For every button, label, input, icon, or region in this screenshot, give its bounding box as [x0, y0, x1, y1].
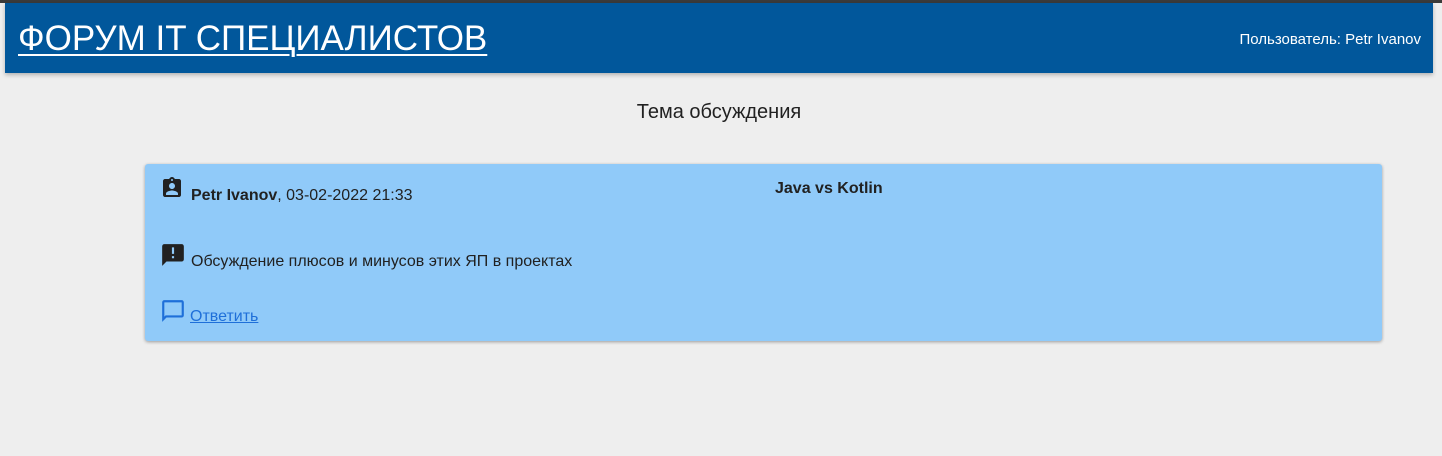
topic-date: , 03-02-2022 21:33 — [277, 187, 413, 204]
announcement-icon — [160, 242, 186, 268]
topic-meta: Petr Ivanov, 03-02-2022 21:33 — [191, 186, 412, 206]
chat-bubble-outline-icon — [160, 298, 186, 324]
reply-label: Ответить — [190, 308, 259, 325]
topic-card: Petr Ivanov, 03-02-2022 21:33 Java vs Ko… — [145, 164, 1382, 341]
topic-title: Java vs Kotlin — [775, 180, 883, 197]
page-title: Тема обсуждения — [636, 101, 802, 123]
topic-author: Petr Ivanov — [191, 187, 278, 204]
topic-description: Обсуждение плюсов и минусов этих ЯП в пр… — [191, 253, 573, 270]
app-header: ФОРУМ IT СПЕЦИАЛИСТОВ Пользователь: Petr… — [5, 3, 1433, 73]
reply-link[interactable]: Ответить — [160, 298, 259, 325]
assignment-ind-icon — [160, 176, 184, 200]
site-title-link[interactable]: ФОРУМ IT СПЕЦИАЛИСТОВ — [18, 19, 487, 59]
current-user-label: Пользователь: Petr Ivanov — [1239, 31, 1421, 48]
